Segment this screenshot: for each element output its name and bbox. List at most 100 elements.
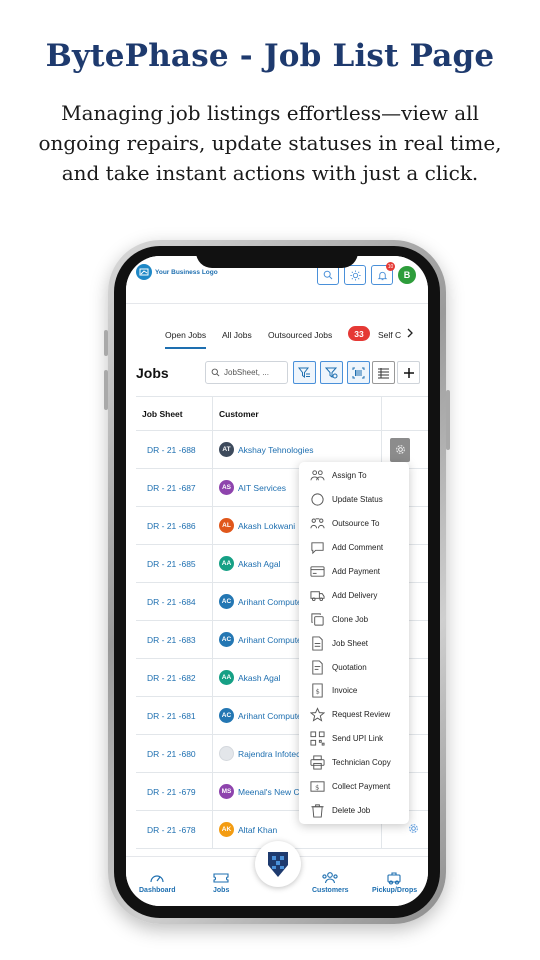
customer-avatar [219,746,234,761]
search-icon [211,368,220,377]
column-header-customer[interactable]: Customer [213,397,382,430]
phone-side-button [104,370,108,410]
tab-self[interactable]: Self C [378,330,401,340]
star-icon [310,707,325,722]
job-sheet-link[interactable]: DR - 21 -678 [136,811,213,848]
pickup-truck-icon [387,872,401,885]
menu-item-label: Send UPI Link [332,734,384,744]
customer-name[interactable]: Akshay Tehnologies [238,445,313,455]
customer-avatar: AC [219,708,234,723]
notifications-button[interactable]: 10 [371,262,395,285]
assign-users-icon [310,468,325,483]
customer-avatar: AL [219,518,234,533]
outsource-users-icon [310,516,325,531]
filter-icon [298,367,310,378]
row-actions-button[interactable] [408,823,419,836]
menu-item-request-review[interactable]: Request Review [299,703,409,727]
menu-item-send-upi-link[interactable]: Send UPI Link [299,727,409,751]
tabs-scroll-right-button[interactable] [406,327,414,341]
menu-item-label: Add Comment [332,543,384,553]
clone-icon [310,612,325,627]
menu-item-clone-job[interactable]: Clone Job [299,607,409,631]
customer-name[interactable]: Altaf Khan [238,825,277,835]
customer-name[interactable]: Akash Lokwani [238,521,295,531]
job-sheet-link[interactable]: DR - 21 -679 [136,773,213,810]
menu-item-collect-payment[interactable]: $ Collect Payment [299,775,409,799]
gear-icon [395,445,405,454]
search-button[interactable] [317,265,339,285]
phone-screen: Your Business Logo 10 B Open Jobs All Jo… [126,256,428,906]
filter-settings-icon [325,367,338,378]
nav-customers[interactable]: Customers [312,871,349,894]
menu-item-add-delivery[interactable]: Add Delivery [299,583,409,607]
status-circle-icon [310,492,325,507]
menu-item-label: Request Review [332,710,391,720]
row-actions-button[interactable] [390,437,410,462]
customer-name[interactable]: Meenal's New Co [238,787,304,797]
dashboard-gauge-icon [150,875,164,883]
svg-text:$: $ [315,783,319,791]
customer-name[interactable]: Rajendra Infotech [238,749,305,759]
trash-icon [310,803,325,818]
table-header: Job Sheet Customer [136,397,428,431]
menu-item-delete-job[interactable]: Delete Job [299,798,409,822]
customer-avatar: MS [219,784,234,799]
phone-side-button [104,330,108,356]
menu-item-label: Update Status [332,495,383,505]
menu-item-invoice[interactable]: $ Invoice [299,679,409,703]
job-sheet-link[interactable]: DR - 21 -681 [136,697,213,734]
menu-item-label: Technician Copy [332,758,391,768]
nav-dashboard[interactable]: Dashboard [139,871,176,894]
menu-item-add-comment[interactable]: Add Comment [299,536,409,560]
theme-toggle-button[interactable] [344,265,366,285]
qr-code-icon [310,731,325,746]
tab-outsourced-jobs[interactable]: Outsourced Jobs [268,330,332,340]
filter-settings-button[interactable] [320,361,343,384]
home-fab-button[interactable] [255,841,301,887]
open-jobs-count-badge: 33 [348,326,370,341]
nav-jobs[interactable]: Jobs [213,871,229,894]
job-sheet-link[interactable]: DR - 21 -684 [136,583,213,620]
list-view-button[interactable] [372,361,395,384]
add-job-button[interactable] [397,361,420,384]
customer-avatar: AT [219,442,234,457]
barcode-scan-button[interactable] [347,361,370,384]
job-sheet-link[interactable]: DR - 21 -685 [136,545,213,582]
menu-item-assign-to[interactable]: Assign To [299,464,409,488]
job-tabs: Open Jobs All Jobs Outsourced Jobs 33 Se… [126,324,428,352]
tab-open-jobs[interactable]: Open Jobs [165,330,207,349]
menu-item-add-payment[interactable]: Add Payment [299,560,409,584]
chevron-right-icon [407,328,413,338]
customer-avatar: AC [219,594,234,609]
logo-icon [136,264,152,280]
customer-name[interactable]: Akash Agal [238,673,281,683]
job-sheet-link[interactable]: DR - 21 -686 [136,507,213,544]
gear-icon [408,824,418,833]
menu-item-technician-copy[interactable]: Technician Copy [299,751,409,775]
delivery-truck-icon [310,588,325,603]
customer-avatar: AS [219,480,234,495]
job-sheet-link[interactable]: DR - 21 -680 [136,735,213,772]
menu-item-quotation[interactable]: Quotation [299,655,409,679]
page-description: Managing job listings effortless—view al… [38,101,502,185]
tab-all-jobs[interactable]: All Jobs [222,330,252,340]
menu-item-label: Clone Job [332,614,369,624]
column-header-job-sheet[interactable]: Job Sheet [136,397,213,430]
job-sheet-link[interactable]: DR - 21 -682 [136,659,213,696]
job-sheet-link[interactable]: DR - 21 -683 [136,621,213,658]
menu-item-label: Outsource To [332,519,380,529]
menu-item-label: Add Delivery [332,590,378,600]
menu-item-update-status[interactable]: Update Status [299,488,409,512]
nav-pickup-drops[interactable]: Pickup/Drops [372,871,417,894]
customer-name[interactable]: Akash Agal [238,559,281,569]
user-avatar[interactable]: B [398,266,416,284]
printer-icon [310,755,325,770]
menu-item-outsource-to[interactable]: Outsource To [299,512,409,536]
job-sheet-link[interactable]: DR - 21 -687 [136,469,213,506]
customer-name[interactable]: AIT Services [238,483,286,493]
app-logo-icon [268,852,288,877]
job-sheet-link[interactable]: DR - 21 -688 [136,431,213,468]
filter-button[interactable] [293,361,316,384]
search-input[interactable]: JobSheet, ... [205,361,288,384]
menu-item-job-sheet[interactable]: Job Sheet [299,631,409,655]
